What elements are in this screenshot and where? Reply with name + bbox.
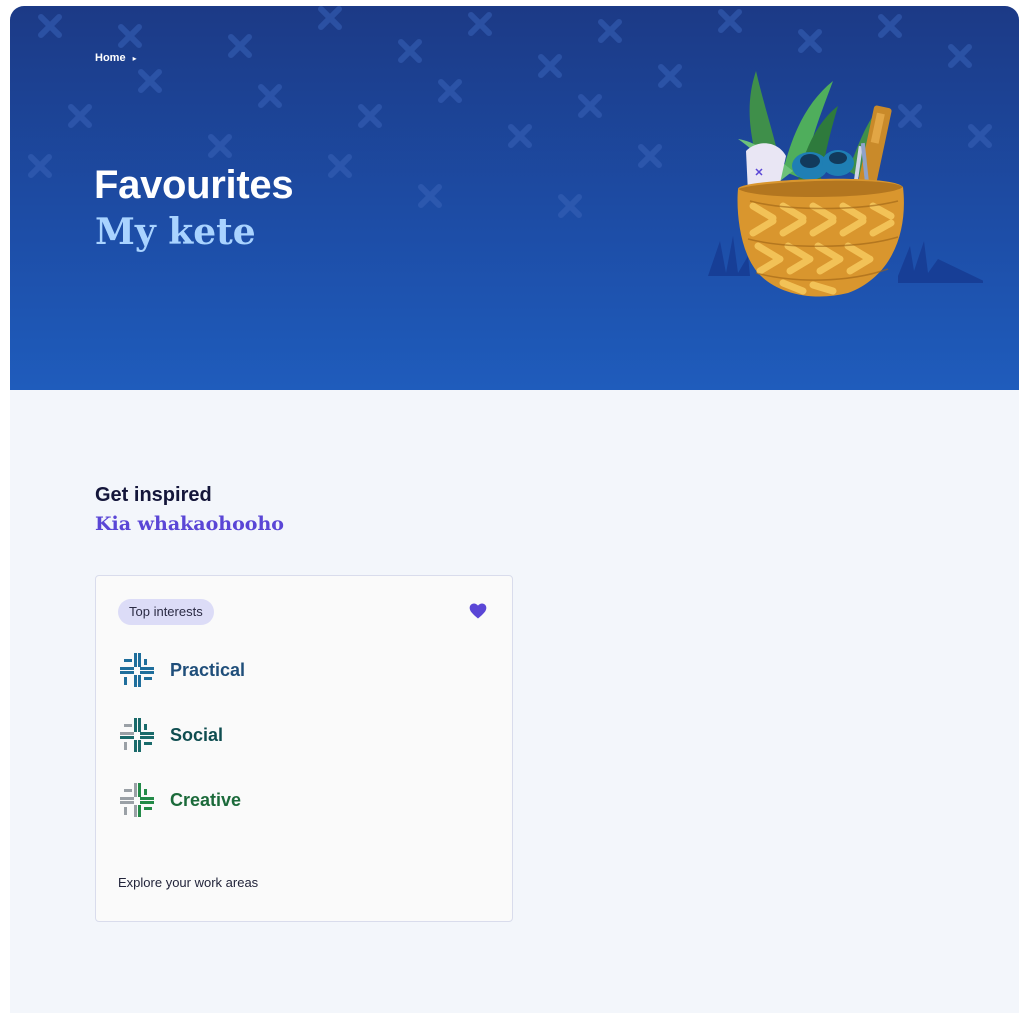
- top-interests-card[interactable]: Top interests Practical Social Creative …: [95, 575, 513, 922]
- breadcrumb: Home ▸: [95, 52, 137, 64]
- interest-item-creative[interactable]: Creative: [118, 781, 241, 819]
- creative-weave-icon: [120, 783, 154, 817]
- favourite-heart-icon[interactable]: [468, 601, 488, 621]
- interest-label-social: Social: [170, 724, 224, 745]
- breadcrumb-arrow-icon: ▸: [132, 53, 137, 63]
- section-subtitle: Kia whakaohooho: [95, 513, 284, 535]
- page-subtitle: My kete: [95, 211, 256, 253]
- page-frame: Home ▸ Favourites My kete Get inspired K…: [10, 6, 1019, 1013]
- top-interests-badge: Top interests: [118, 599, 214, 625]
- practical-weave-icon: [120, 653, 154, 687]
- social-weave-icon: [120, 718, 154, 752]
- hero-banner: Home ▸ Favourites My kete: [10, 6, 1019, 390]
- interest-item-practical[interactable]: Practical: [118, 651, 245, 689]
- explore-work-areas-link[interactable]: Explore your work areas: [118, 875, 258, 890]
- breadcrumb-home-link[interactable]: Home: [95, 52, 126, 64]
- section-title: Get inspired: [95, 484, 212, 506]
- kete-basket-illustration: [708, 71, 983, 297]
- interest-item-social[interactable]: Social: [118, 716, 223, 754]
- interest-label-creative: Creative: [170, 789, 242, 810]
- page-title: Favourites: [94, 163, 294, 207]
- interest-label-practical: Practical: [170, 659, 246, 680]
